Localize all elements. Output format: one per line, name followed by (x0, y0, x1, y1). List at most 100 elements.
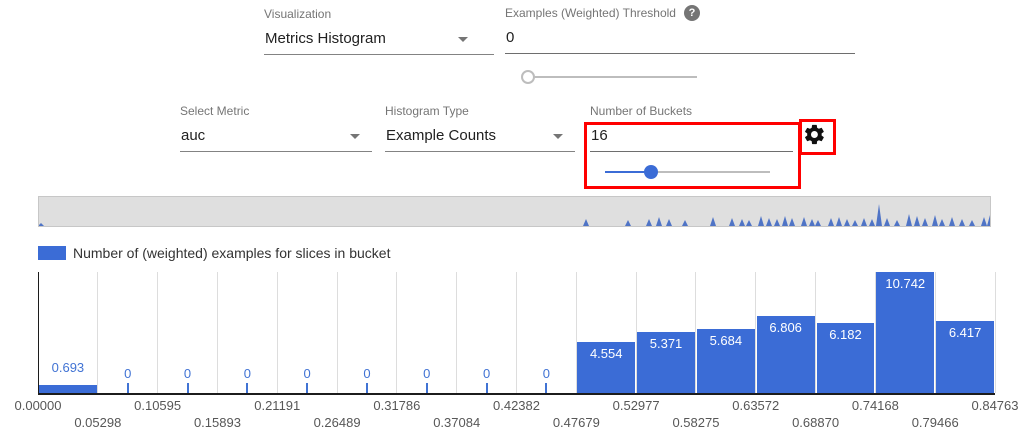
buckets-slider[interactable] (605, 164, 770, 180)
visualization-field: Visualization Metrics Histogram (264, 7, 494, 55)
overview-spike (852, 220, 858, 226)
zero-bar-stem (486, 383, 488, 393)
x-tick-label: 0.05298 (74, 415, 121, 430)
zero-bar-stem (426, 383, 428, 393)
histogram-type-value: Example Counts (386, 127, 496, 144)
overview-spike (815, 220, 821, 226)
overview-spike (774, 219, 780, 226)
overview-spikes (39, 197, 990, 226)
zero-bar-stem (127, 383, 129, 393)
histogram-bar[interactable] (39, 385, 97, 393)
overview-spike (682, 220, 688, 226)
metrics-histogram-view: Visualization Metrics Histogram Examples… (0, 0, 1024, 432)
threshold-input[interactable]: 0 (505, 21, 855, 54)
select-metric-select[interactable]: auc (180, 119, 372, 152)
overview-spike (884, 218, 890, 226)
x-tick-label: 0.15893 (194, 415, 241, 430)
bar-value-label: 0 (397, 366, 457, 381)
overview-spike (861, 218, 867, 226)
histogram-type-field: Histogram Type Example Counts (385, 104, 575, 152)
overview-spike (836, 217, 842, 226)
select-metric-field: Select Metric auc (180, 104, 372, 152)
threshold-field: Examples (Weighted) Threshold ? 0 (505, 5, 855, 54)
x-tick-label: 0.84763 (972, 398, 1019, 413)
x-tick-label: 0.58275 (672, 415, 719, 430)
overview-spike (801, 217, 807, 226)
x-tick-label: 0.21191 (254, 398, 300, 413)
threshold-slider[interactable] (523, 69, 697, 85)
buckets-slider-handle[interactable] (644, 165, 658, 179)
zero-bar-stem (306, 383, 308, 393)
overview-spike (987, 215, 990, 226)
overview-spike (39, 223, 44, 226)
histogram-type-label: Histogram Type (385, 104, 575, 119)
overview-spike (789, 218, 795, 226)
zero-bar-stem (246, 383, 248, 393)
threshold-slider-track (523, 76, 697, 78)
x-tick-label: 0.68870 (792, 415, 839, 430)
bar-value-label: 0 (217, 366, 277, 381)
overview-spike (869, 219, 875, 226)
help-icon[interactable]: ? (684, 5, 700, 21)
overview-spike (906, 214, 912, 226)
overview-spike (828, 218, 834, 226)
x-tick-label: 0.42382 (493, 398, 540, 413)
overview-spike (758, 216, 764, 226)
bar-value-label: 0 (158, 366, 218, 381)
overview-spike (914, 216, 920, 226)
threshold-label: Examples (Weighted) Threshold (505, 6, 676, 21)
buckets-field: Number of Buckets 16 (590, 104, 793, 152)
histogram-overview-strip[interactable] (38, 196, 991, 227)
overview-spike (844, 219, 850, 226)
x-tick-label: 0.26489 (314, 415, 361, 430)
chevron-down-icon (458, 37, 468, 42)
overview-spike (959, 219, 965, 226)
x-tick-label: 0.10595 (134, 398, 181, 413)
overview-spike (949, 217, 955, 226)
x-tick-label: 0.52977 (613, 398, 660, 413)
bar-value-label: 6.182 (816, 327, 876, 342)
select-metric-label: Select Metric (180, 104, 372, 119)
buckets-input[interactable]: 16 (590, 119, 793, 152)
overview-spike (782, 216, 788, 226)
gear-icon (803, 123, 826, 146)
chevron-down-icon (553, 134, 563, 139)
threshold-slider-handle[interactable] (521, 70, 535, 84)
zero-bar-stem (545, 383, 547, 393)
bar-value-label: 0 (337, 366, 397, 381)
x-tick-label: 0.79466 (912, 415, 959, 430)
overview-spike (625, 220, 631, 226)
x-tick-label: 0.74168 (852, 398, 899, 413)
zero-bar-stem (187, 383, 189, 393)
buckets-label: Number of Buckets (590, 104, 793, 119)
histogram-plot[interactable]: 0.693000000004.5545.3715.6846.8066.18210… (38, 272, 995, 395)
chart-legend: Number of (weighted) examples for slices… (38, 245, 390, 261)
chevron-down-icon (350, 134, 360, 139)
overview-spike (766, 218, 772, 226)
visualization-value: Metrics Histogram (265, 30, 386, 47)
bar-value-label: 0 (517, 366, 577, 381)
visualization-label: Visualization (264, 7, 494, 22)
x-tick-label: 0.31786 (373, 398, 420, 413)
overview-spike (666, 219, 672, 226)
x-tick-label: 0.63572 (732, 398, 779, 413)
bar-value-label: 5.371 (636, 336, 696, 351)
overview-spike (809, 219, 815, 226)
overview-spike (876, 204, 882, 226)
settings-button[interactable] (803, 123, 826, 146)
overview-spike (922, 218, 928, 226)
zero-bar-stem (366, 383, 368, 393)
histogram-type-select[interactable]: Example Counts (385, 119, 575, 152)
visualization-select[interactable]: Metrics Histogram (264, 22, 494, 55)
bar-value-label: 0.693 (38, 360, 98, 375)
overview-spike (746, 220, 752, 226)
select-metric-value: auc (181, 127, 205, 144)
overview-spike (729, 218, 735, 226)
x-tick-label: 0.00000 (15, 398, 62, 413)
bar-value-label: 4.554 (576, 346, 636, 361)
bar-value-label: 0 (457, 366, 517, 381)
overview-spike (932, 215, 938, 226)
x-tick-label: 0.37084 (433, 415, 480, 430)
bar-value-label: 10.742 (875, 276, 935, 291)
x-tick-label: 0.47679 (553, 415, 600, 430)
